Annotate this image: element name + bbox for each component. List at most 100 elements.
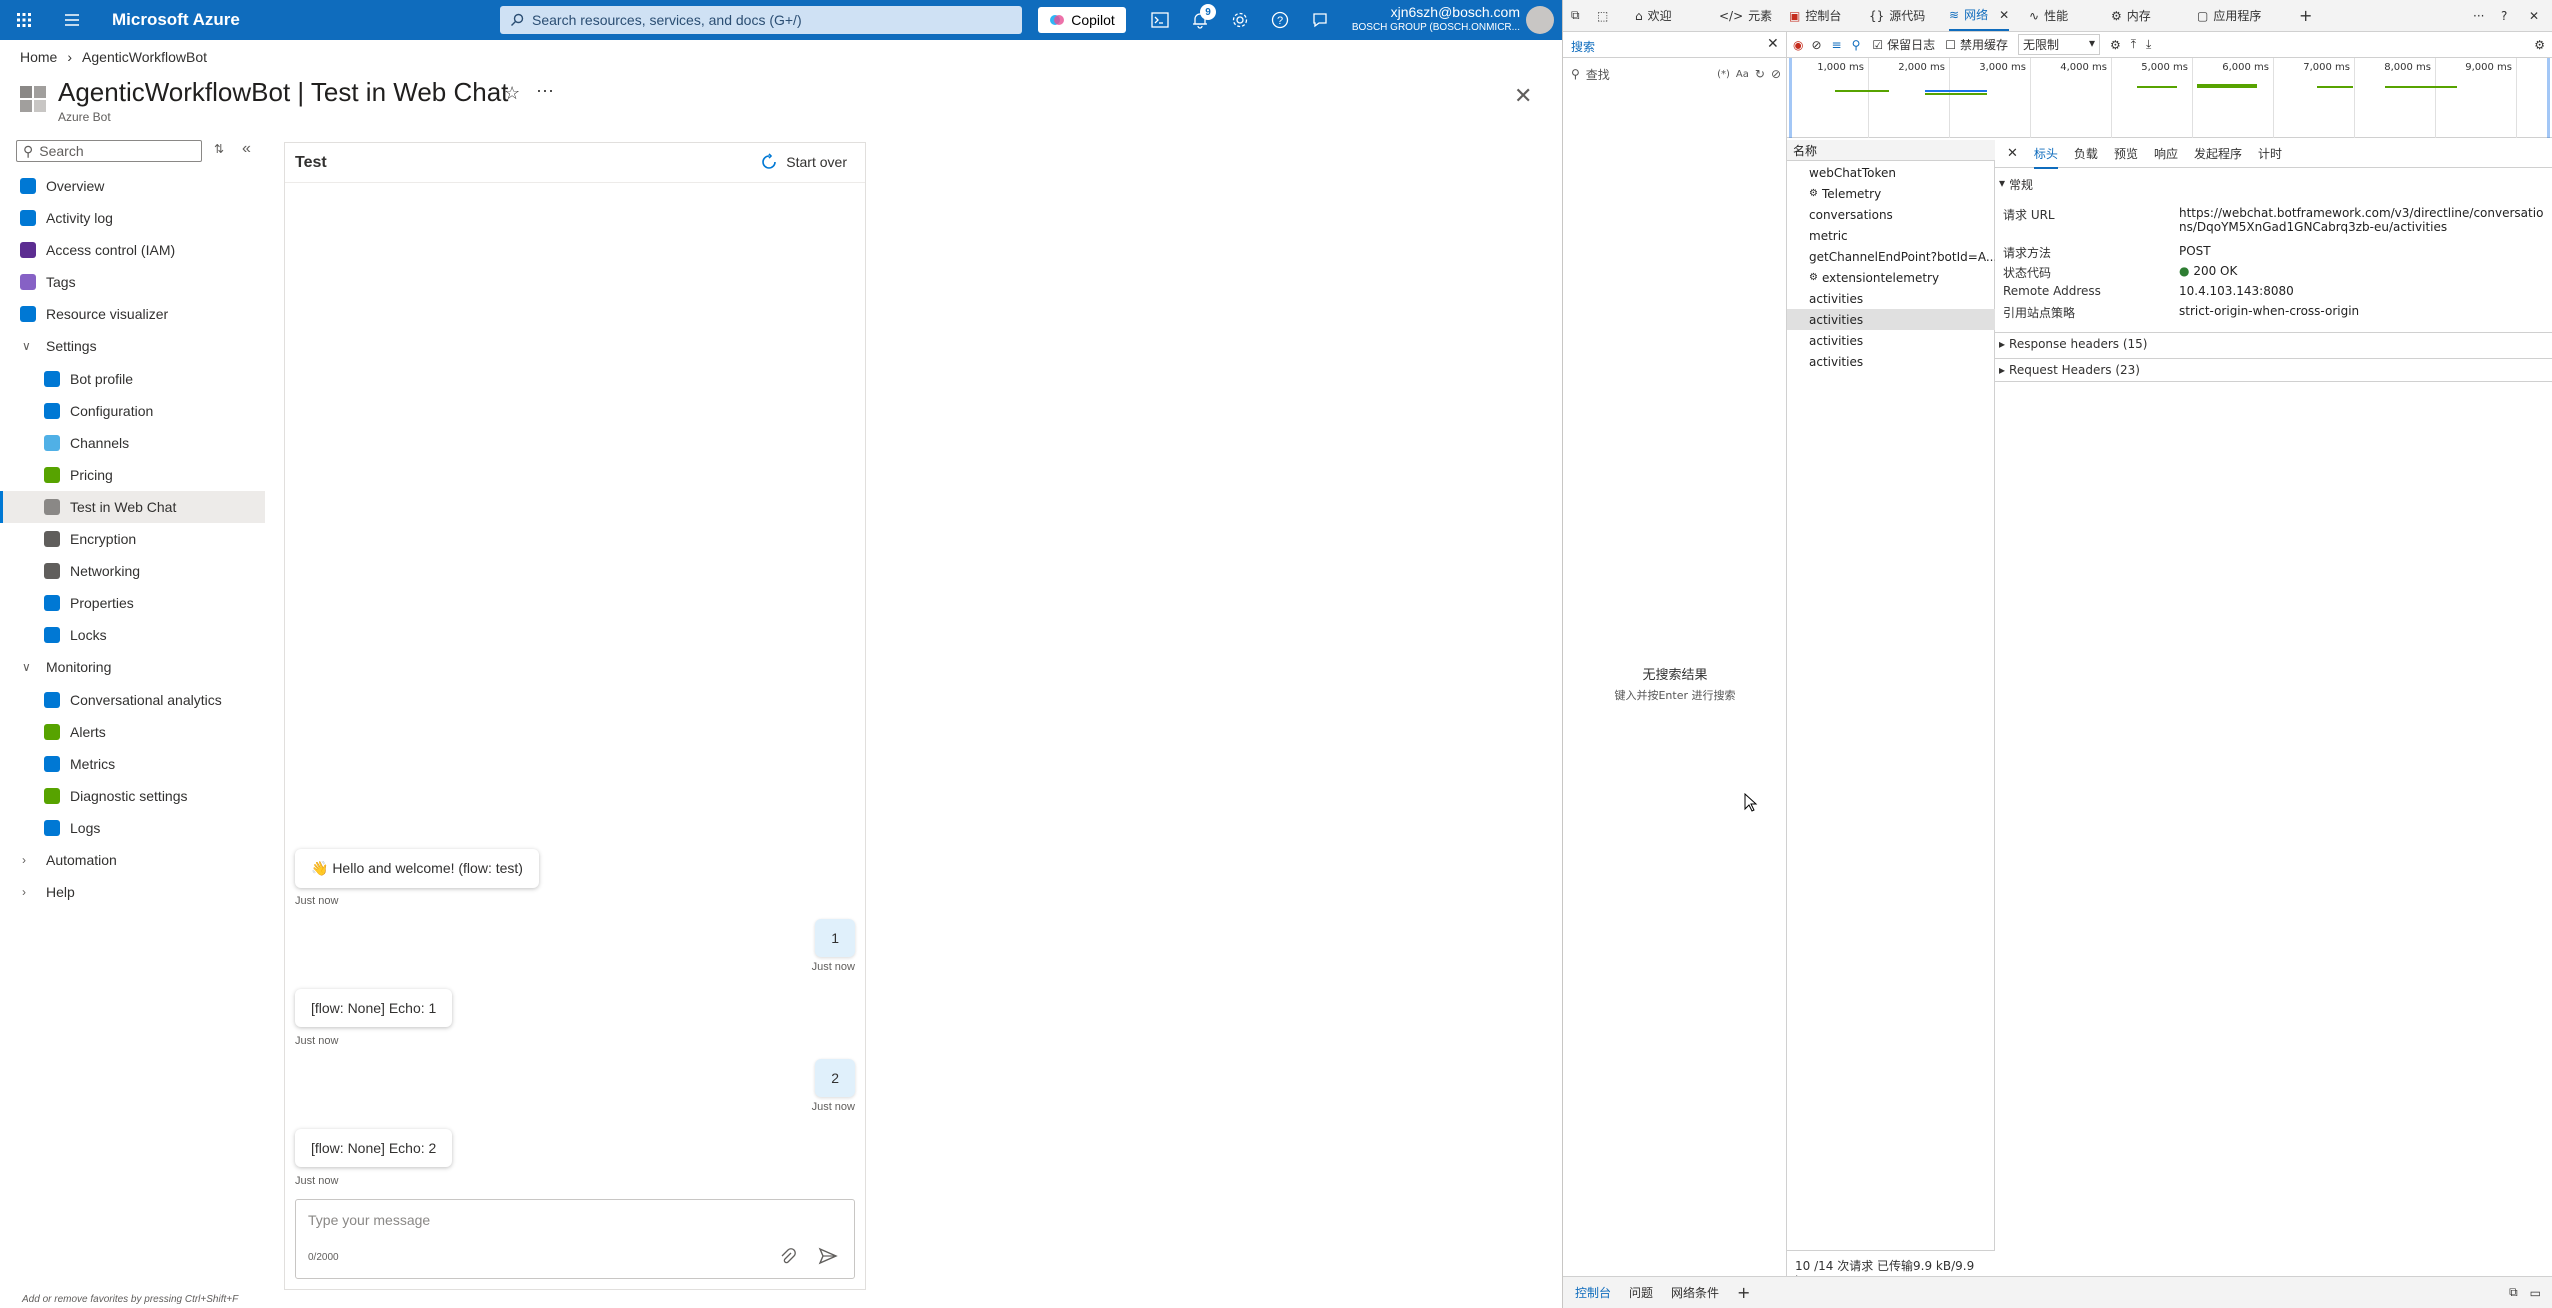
network-timeline[interactable]: 1,000 ms 2,000 ms 3,000 ms 4,000 ms 5,000 ms… — [1787, 58, 2552, 138]
refresh-icon[interactable]: ↻ — [1755, 67, 1765, 81]
app-launcher-icon[interactable] — [0, 0, 48, 40]
tab-preview[interactable]: 预览 — [2114, 145, 2138, 162]
request-row[interactable]: activities — [1787, 330, 1995, 351]
match-case-toggle[interactable]: Aa — [1736, 69, 1749, 80]
help-icon[interactable]: ? — [1268, 8, 1292, 32]
sidebar-item[interactable]: Properties — [0, 587, 265, 619]
sidebar-item[interactable]: Alerts — [0, 716, 265, 748]
list-header[interactable]: 名称 — [1787, 140, 1995, 161]
breadcrumb-home[interactable]: Home — [20, 49, 57, 65]
clear-log-icon[interactable]: ⊘ — [1811, 38, 1821, 52]
sidebar-item[interactable]: Activity log — [0, 202, 265, 234]
drawer-tab-network-conditions[interactable]: 网络条件 — [1671, 1284, 1719, 1301]
send-icon[interactable] — [818, 1246, 838, 1266]
devtools-search-input[interactable]: ⚲ 查找 (*) Aa ↻ ⊘ — [1571, 64, 1781, 84]
sidebar-item[interactable]: Diagnostic settings — [0, 780, 265, 812]
throttle-select[interactable]: 无限制 ▾ — [2017, 34, 2100, 55]
sidebar-item[interactable]: Resource visualizer — [0, 298, 265, 330]
close-detail-icon[interactable]: ✕ — [2007, 146, 2018, 161]
sidebar-item[interactable]: Bot profile — [0, 363, 265, 395]
message-composer[interactable]: Type your message 0/2000 — [295, 1199, 855, 1279]
favorite-star-icon[interactable]: ☆ — [504, 83, 520, 104]
sidebar-group-automation[interactable]: › Automation — [0, 844, 265, 876]
tab-headers[interactable]: 标头 — [2033, 145, 2058, 169]
sidebar-item[interactable]: Overview — [0, 170, 265, 202]
tab-network[interactable]: ≋ 网络 ✕ — [1949, 0, 2010, 31]
sidebar-item[interactable]: Encryption — [0, 523, 265, 555]
tab-application[interactable]: ▢ 应用程序 — [2197, 0, 2261, 31]
request-row[interactable]: ⚙ Telemetry — [1787, 183, 1995, 204]
tab-timing[interactable]: 计时 — [2258, 145, 2282, 162]
close-tab-icon[interactable]: ✕ — [1999, 8, 2009, 22]
tab-initiator[interactable]: 发起程序 — [2194, 145, 2242, 162]
sidebar-item[interactable]: Networking — [0, 555, 265, 587]
preserve-log-checkbox[interactable]: ☑ — [1872, 38, 1883, 52]
sidebar-item[interactable]: Configuration — [0, 395, 265, 427]
request-row[interactable]: activities — [1787, 351, 1995, 372]
sort-icon[interactable]: ⇅ — [214, 142, 224, 156]
message-input-placeholder[interactable]: Type your message — [308, 1212, 430, 1228]
sidebar-item[interactable]: Test in Web Chat — [0, 491, 265, 523]
drawer-tab-issues[interactable]: 问题 — [1629, 1284, 1653, 1301]
sidebar-item[interactable]: Access control (IAM) — [0, 234, 265, 266]
global-search-input[interactable]: Search resources, services, and docs (G+… — [500, 6, 1022, 34]
sidebar-item[interactable]: Logs — [0, 812, 265, 844]
portal-menu-icon[interactable] — [48, 0, 96, 40]
filter-icon[interactable]: ≡ — [1832, 38, 1842, 52]
attachment-icon[interactable] — [780, 1248, 796, 1266]
breadcrumb-resource[interactable]: AgenticWorkflowBot — [82, 49, 207, 65]
sidebar-item[interactable]: Pricing — [0, 459, 265, 491]
brand-title[interactable]: Microsoft Azure — [112, 10, 240, 30]
tab-sources[interactable]: {} 源代码 — [1869, 0, 1925, 31]
search-icon[interactable]: ⚲ — [1852, 38, 1861, 52]
add-drawer-tab-icon[interactable]: + — [1737, 1283, 1750, 1302]
close-devtools-icon[interactable]: ✕ — [2529, 0, 2539, 31]
disable-cache-checkbox[interactable]: ☐ — [1945, 38, 1956, 52]
network-settings-icon[interactable]: ⚙ — [2534, 38, 2545, 52]
sidebar-item[interactable]: Tags — [0, 266, 265, 298]
general-section-toggle[interactable]: ▾ 常规 — [1999, 176, 2549, 193]
tab-console[interactable]: ▣ 控制台 — [1789, 0, 1841, 31]
more-options-icon[interactable]: ··· — [536, 80, 554, 101]
avatar[interactable] — [1526, 6, 1554, 34]
response-headers-toggle[interactable]: ▸ Response headers (15) — [1995, 332, 2552, 355]
request-row[interactable]: activities — [1787, 288, 1995, 309]
tab-response[interactable]: 响应 — [2154, 145, 2178, 162]
cloud-shell-icon[interactable] — [1148, 8, 1172, 32]
sidebar-item[interactable]: Locks — [0, 619, 265, 651]
inspect-icon[interactable]: ⬚ — [1597, 0, 1608, 31]
sidebar-item[interactable]: Conversational analytics — [0, 684, 265, 716]
sidebar-group-monitoring[interactable]: ∨ Monitoring — [0, 651, 265, 683]
request-row[interactable]: metric — [1787, 225, 1995, 246]
regex-toggle[interactable]: (*) — [1717, 69, 1730, 80]
drawer-tab-console[interactable]: 控制台 — [1575, 1284, 1611, 1301]
tab-payload[interactable]: 负载 — [2074, 145, 2098, 162]
tab-elements[interactable]: </> 元素 — [1719, 0, 1772, 31]
request-row[interactable]: getChannelEndPoint?botId=A... — [1787, 246, 1995, 267]
record-icon[interactable]: ◉ — [1793, 38, 1803, 52]
clear-icon[interactable]: ⊘ — [1771, 67, 1781, 81]
settings-gear-icon[interactable] — [1228, 8, 1252, 32]
request-row[interactable]: activities — [1787, 309, 1995, 330]
import-icon[interactable]: ⤒ — [2131, 37, 2136, 52]
collapse-drawer-icon[interactable]: ▭ — [2530, 1286, 2541, 1300]
device-toggle-icon[interactable]: ⧉ — [1571, 0, 1580, 31]
feedback-icon[interactable] — [1308, 8, 1332, 32]
sidebar-item[interactable]: Metrics — [0, 748, 265, 780]
request-row[interactable]: ⚙ extensiontelemetry — [1787, 267, 1995, 288]
help-icon[interactable]: ? — [2501, 0, 2507, 31]
export-icon[interactable]: ⤓ — [2146, 37, 2151, 52]
tab-performance[interactable]: ∿ 性能 — [2029, 0, 2068, 31]
menu-search-input[interactable]: ⚲ Search — [16, 140, 202, 162]
tab-memory[interactable]: ⚙ 内存 — [2111, 0, 2151, 31]
sidebar-item[interactable]: Channels — [0, 427, 265, 459]
collapse-menu-icon[interactable]: « — [242, 140, 251, 158]
request-headers-toggle[interactable]: ▸ Request Headers (23) — [1995, 358, 2552, 382]
close-search-icon[interactable]: ✕ — [1767, 36, 1779, 52]
copilot-button[interactable]: Copilot — [1038, 7, 1126, 33]
add-tab-icon[interactable]: + — [2299, 0, 2312, 31]
tab-welcome[interactable]: ⌂ 欢迎 — [1635, 0, 1672, 31]
network-conditions-icon[interactable]: ⚙ — [2110, 38, 2121, 52]
start-over-button[interactable]: Start over — [760, 153, 847, 171]
dock-icon[interactable]: ⧉ — [2509, 1285, 2518, 1300]
